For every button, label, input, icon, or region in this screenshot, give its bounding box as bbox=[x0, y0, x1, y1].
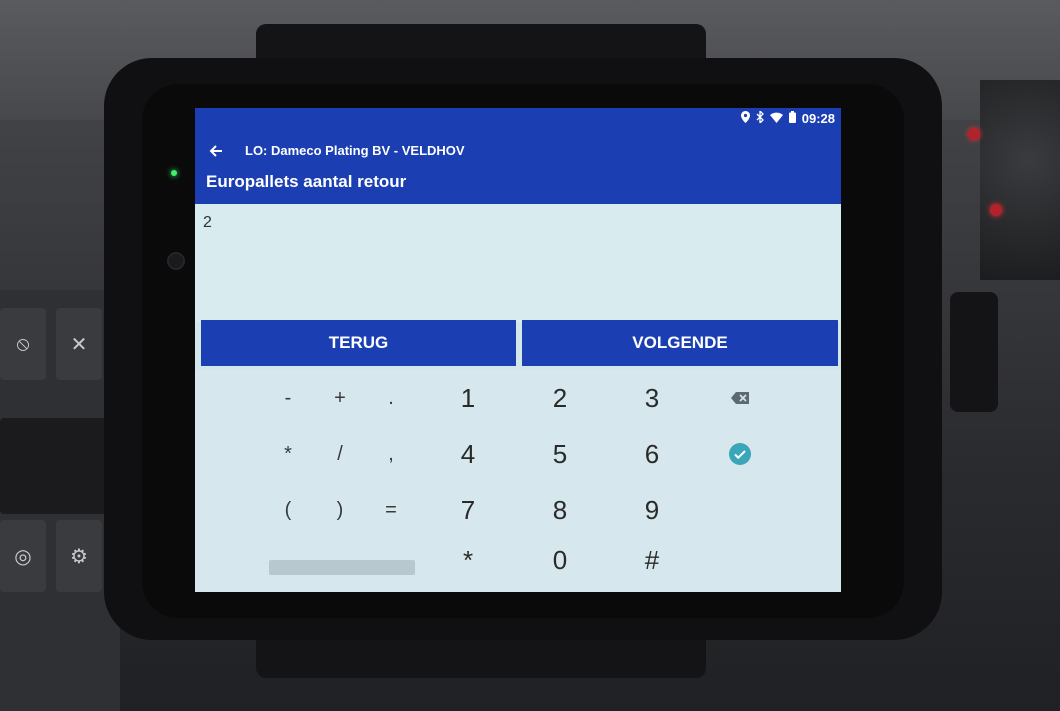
wifi-icon bbox=[769, 111, 783, 126]
key-3[interactable]: 3 bbox=[622, 378, 682, 418]
dashboard-button: ✕ bbox=[56, 308, 102, 380]
location-icon bbox=[740, 111, 750, 126]
holder-right-arm bbox=[950, 292, 998, 412]
tablet-screen: 09:28 LO: Dameco Plating BV - VELDHOV Eu… bbox=[195, 108, 841, 592]
key-star[interactable]: * bbox=[438, 540, 498, 580]
key-4[interactable]: 4 bbox=[438, 434, 498, 474]
key-6[interactable]: 6 bbox=[622, 434, 682, 474]
key-1[interactable]: 1 bbox=[438, 378, 498, 418]
key-equals[interactable]: = bbox=[361, 490, 421, 530]
key-asterisk[interactable]: * bbox=[258, 434, 318, 474]
dashboard-button: ◎ bbox=[0, 520, 46, 592]
key-5[interactable]: 5 bbox=[530, 434, 590, 474]
dashboard-knob bbox=[980, 80, 1060, 280]
camera-icon bbox=[167, 252, 185, 270]
bluetooth-icon bbox=[756, 109, 764, 126]
key-9[interactable]: 9 bbox=[622, 490, 682, 530]
status-led bbox=[171, 170, 177, 176]
key-period[interactable]: . bbox=[361, 378, 421, 418]
space-bar[interactable] bbox=[269, 560, 415, 575]
quantity-input[interactable]: 2 bbox=[195, 204, 841, 322]
key-comma[interactable]: , bbox=[361, 434, 421, 474]
key-2[interactable]: 2 bbox=[530, 378, 590, 418]
dashboard-button: ⦸ bbox=[0, 308, 46, 380]
key-7[interactable]: 7 bbox=[438, 490, 498, 530]
numeric-keyboard: - + . 1 2 3 * / , 4 5 6 ( ) = 7 8 9 * 0 … bbox=[195, 370, 841, 592]
battery-icon bbox=[788, 111, 796, 126]
back-button[interactable]: TERUG bbox=[201, 320, 516, 366]
quantity-input-value: 2 bbox=[203, 214, 212, 231]
confirm-check-icon[interactable] bbox=[710, 434, 770, 474]
back-arrow-icon[interactable] bbox=[209, 142, 223, 163]
key-8[interactable]: 8 bbox=[530, 490, 590, 530]
backspace-icon[interactable] bbox=[710, 378, 770, 418]
key-0[interactable]: 0 bbox=[530, 540, 590, 580]
key-hash[interactable]: # bbox=[622, 540, 682, 580]
key-open-paren[interactable]: ( bbox=[258, 490, 318, 530]
page-title: Europallets aantal retour bbox=[206, 172, 407, 191]
dashboard-red-light bbox=[990, 204, 1002, 216]
dashboard-red-light bbox=[968, 128, 980, 140]
key-minus[interactable]: - bbox=[258, 378, 318, 418]
app-bar: LO: Dameco Plating BV - VELDHOV Europall… bbox=[195, 130, 841, 204]
next-button[interactable]: VOLGENDE bbox=[522, 320, 838, 366]
app-bar-subtitle: LO: Dameco Plating BV - VELDHOV bbox=[245, 143, 465, 158]
status-bar: 09:28 bbox=[195, 108, 841, 130]
status-time: 09:28 bbox=[801, 111, 835, 126]
dashboard-button: ⚙ bbox=[56, 520, 102, 592]
